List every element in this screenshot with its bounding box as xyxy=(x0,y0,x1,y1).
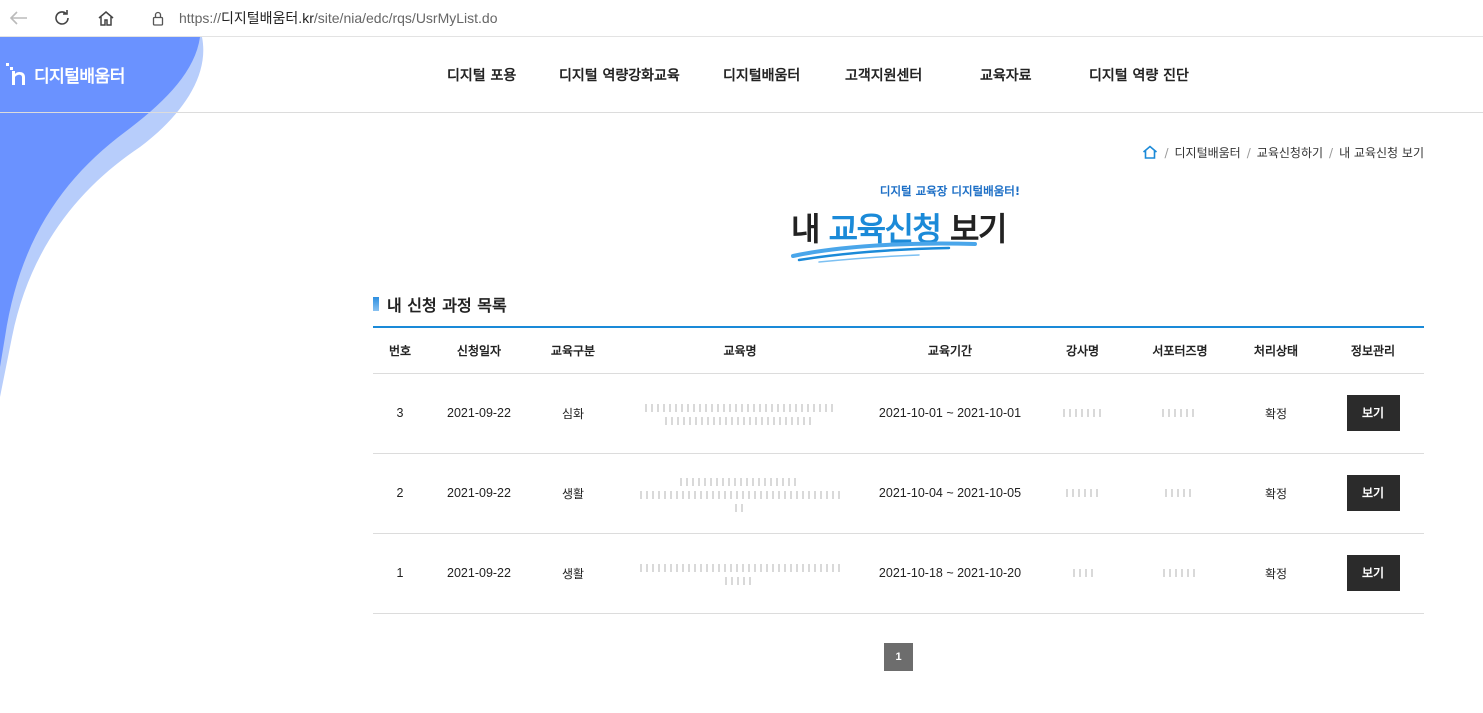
nav-item-customer-support[interactable]: 고객지원센터 xyxy=(845,65,922,85)
cell-manage: 보기 xyxy=(1322,373,1424,454)
cell-instructor-redacted xyxy=(1035,453,1130,534)
cell-instructor-redacted xyxy=(1035,533,1130,614)
breadcrumb-separator: / xyxy=(1246,145,1251,160)
table-header-row: 번호 신청일자 교육구분 교육명 교육기간 강사명 서포터즈명 처리상태 정보관… xyxy=(373,327,1424,374)
breadcrumb-item-current: 내 교육신청 보기 xyxy=(1339,146,1424,160)
url-text: https://디지털배움터.kr/site/nia/edc/rqs/UsrMy… xyxy=(179,8,498,28)
nav-item-education[interactable]: 디지털 역량강화교육 xyxy=(559,65,680,85)
section-heading: 내 신청 과정 목록 xyxy=(373,292,507,316)
cell-course-name-redacted xyxy=(615,373,865,454)
nav-item-digital-learning[interactable]: 디지털배움터 xyxy=(723,65,800,85)
header-instructor: 강사명 xyxy=(1035,327,1130,374)
header-type: 교육구분 xyxy=(531,327,615,374)
header-supporter: 서포터즈명 xyxy=(1130,327,1230,374)
site-header: 디지털배움터 디지털 포용 디지털 역량강화교육 디지털배움터 고객지원센터 교… xyxy=(0,37,1483,113)
cell-supporter-redacted xyxy=(1130,373,1230,454)
cell-instructor-redacted xyxy=(1035,373,1130,454)
url-domain: 디지털배움터.kr xyxy=(221,10,314,26)
nav-item-materials[interactable]: 교육자료 xyxy=(980,65,1032,85)
pagination-page-1[interactable]: 1 xyxy=(884,643,913,671)
application-table: 번호 신청일자 교육구분 교육명 교육기간 강사명 서포터즈명 처리상태 정보관… xyxy=(373,326,1424,614)
table-row: 1 2021-09-22 생활 2021-10-18 ~ 2021-10-20 … xyxy=(373,533,1424,614)
header-date: 신청일자 xyxy=(427,327,531,374)
cell-course-name-redacted xyxy=(615,453,865,534)
nav-item-diagnosis[interactable]: 디지털 역량 진단 xyxy=(1089,65,1189,85)
cell-status: 확정 xyxy=(1230,373,1322,454)
cell-period: 2021-10-01 ~ 2021-10-01 xyxy=(865,373,1035,454)
cell-date: 2021-09-22 xyxy=(427,533,531,614)
table-row: 2 2021-09-22 생활 2021-10-04 ~ 2021-10-05 … xyxy=(373,453,1424,534)
cell-type: 생활 xyxy=(531,533,615,614)
main-nav: 디지털 포용 디지털 역량강화교육 디지털배움터 고객지원센터 교육자료 디지털… xyxy=(0,65,1483,85)
cell-no: 1 xyxy=(373,533,427,614)
view-button[interactable]: 보기 xyxy=(1346,555,1400,591)
cell-status: 확정 xyxy=(1230,453,1322,534)
header-period: 교육기간 xyxy=(865,327,1035,374)
cell-no: 3 xyxy=(373,373,427,454)
breadcrumb-separator: / xyxy=(1329,145,1334,160)
home-icon[interactable] xyxy=(93,6,119,30)
breadcrumb-separator: / xyxy=(1164,145,1169,160)
cell-supporter-redacted xyxy=(1130,453,1230,534)
cell-type: 생활 xyxy=(531,453,615,534)
section-title: 내 신청 과정 목록 xyxy=(387,296,507,315)
cell-no: 2 xyxy=(373,453,427,534)
cell-date: 2021-09-22 xyxy=(427,453,531,534)
lock-icon[interactable] xyxy=(143,11,173,26)
browser-toolbar: https://디지털배움터.kr/site/nia/edc/rqs/UsrMy… xyxy=(0,0,1483,37)
cell-status: 확정 xyxy=(1230,533,1322,614)
header-course-name: 교육명 xyxy=(615,327,865,374)
header-manage: 정보관리 xyxy=(1322,327,1424,374)
page-subtitle: 디지털 교육장 디지털배움터! xyxy=(879,184,1021,198)
breadcrumb-item[interactable]: 디지털배움터 xyxy=(1174,144,1240,161)
nav-item-digital-inclusion[interactable]: 디지털 포용 xyxy=(447,65,516,85)
section-bullet-icon xyxy=(373,297,379,311)
cell-period: 2021-10-18 ~ 2021-10-20 xyxy=(865,533,1035,614)
breadcrumb: / 디지털배움터 / 교육신청하기 / 내 교육신청 보기 xyxy=(1142,144,1424,161)
back-arrow-icon[interactable] xyxy=(6,6,32,30)
cell-date: 2021-09-22 xyxy=(427,373,531,454)
view-button[interactable]: 보기 xyxy=(1346,395,1400,431)
header-no: 번호 xyxy=(373,327,427,374)
view-button[interactable]: 보기 xyxy=(1346,475,1400,511)
breadcrumb-home-icon[interactable] xyxy=(1142,144,1158,161)
header-status: 처리상태 xyxy=(1230,327,1322,374)
cell-course-name-redacted xyxy=(615,533,865,614)
url-prefix: https:// xyxy=(179,10,222,26)
address-bar[interactable]: https://디지털배움터.kr/site/nia/edc/rqs/UsrMy… xyxy=(135,3,1480,33)
page-title: 내 교육신청 보기 xyxy=(0,204,1483,250)
title-underline-brush xyxy=(791,241,977,263)
cell-manage: 보기 xyxy=(1322,533,1424,614)
table-row: 3 2021-09-22 심화 2021-10-01 ~ 2021-10-01 … xyxy=(373,373,1424,454)
breadcrumb-item[interactable]: 교육신청하기 xyxy=(1257,144,1323,161)
cell-period: 2021-10-04 ~ 2021-10-05 xyxy=(865,453,1035,534)
cell-manage: 보기 xyxy=(1322,453,1424,534)
cell-type: 심화 xyxy=(531,373,615,454)
reload-icon[interactable] xyxy=(49,6,75,30)
cell-supporter-redacted xyxy=(1130,533,1230,614)
url-path: /site/nia/edc/rqs/UsrMyList.do xyxy=(313,10,498,26)
